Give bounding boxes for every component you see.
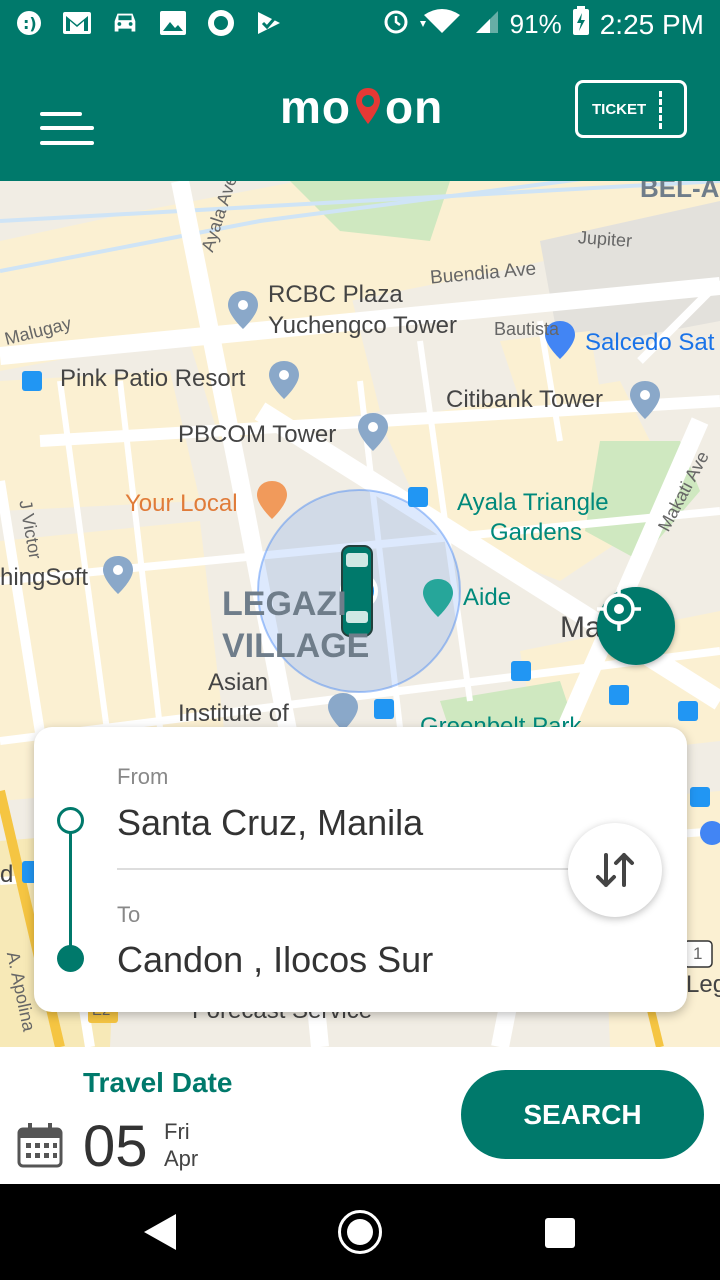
search-button[interactable]: SEARCH: [461, 1070, 704, 1159]
recents-icon[interactable]: [545, 1218, 575, 1248]
map-label: Pink Patio Resort: [60, 365, 246, 392]
status-bar: :) 91% 2:25 PM: [0, 0, 720, 50]
travel-weekday: Fri: [164, 1119, 190, 1144]
travel-month: Apr: [164, 1146, 199, 1171]
notification-icons: :): [14, 8, 284, 38]
map-label: hingSoft: [0, 564, 89, 591]
map-label: d: [0, 861, 14, 888]
map-label: Bautista: [494, 319, 560, 339]
alarm-icon: [382, 7, 410, 42]
gmail-icon: [62, 8, 92, 38]
app-bar: mo on TICKET: [0, 50, 720, 181]
route-card: From Santa Cruz, Manila To Candon , Iloc…: [34, 727, 687, 1012]
swap-route-button[interactable]: [568, 823, 662, 917]
battery-percent: 91%: [509, 9, 562, 39]
map-label: Citibank Tower: [446, 386, 603, 413]
map-label: Institute of: [178, 700, 289, 727]
route-connector: [69, 833, 72, 953]
map-label: 1: [693, 944, 703, 963]
map-label: Your Local: [125, 490, 238, 517]
map-label: Gardens: [490, 519, 583, 546]
back-icon[interactable]: [142, 1212, 178, 1257]
map-label: Jupiter: [577, 227, 633, 251]
svg-text::): :): [23, 14, 37, 33]
image-icon: [158, 8, 188, 38]
map-label: Leg: [686, 971, 720, 998]
map-label: Asian: [208, 669, 269, 696]
status-right: 91% 2:25 PM: [382, 6, 704, 43]
ticket-button[interactable]: TICKET: [575, 80, 687, 138]
from-field[interactable]: Santa Cruz, Manila: [117, 802, 423, 844]
map-label: Salcedo Sat: [585, 329, 715, 356]
field-divider: [117, 868, 577, 870]
map-label: Aide: [463, 584, 512, 611]
map-label: PBCOM Tower: [178, 421, 337, 448]
menu-button[interactable]: [40, 108, 96, 148]
record-icon: [206, 8, 236, 38]
ticket-perforation: [659, 91, 662, 129]
origin-marker: [57, 807, 84, 834]
system-nav-bar: [0, 1184, 720, 1280]
map-label: Ma: [560, 611, 602, 644]
calendar-icon[interactable]: [16, 1123, 64, 1169]
from-label: From: [117, 764, 169, 789]
destination-marker: [57, 945, 84, 972]
swap-icon: [596, 853, 634, 887]
location-pin-icon: [353, 84, 383, 130]
map-label: BEL-A: [640, 181, 720, 203]
check-icon: [254, 8, 284, 38]
battery-icon: [572, 6, 590, 43]
map-label: Yuchengco Tower: [268, 312, 458, 339]
ticket-label: TICKET: [592, 100, 647, 118]
wifi-icon: [419, 7, 464, 42]
travel-date-label: Travel Date: [83, 1067, 233, 1098]
logo-text-right: on: [385, 81, 444, 133]
chat-icon: :): [14, 8, 44, 38]
signal-icon: [474, 7, 500, 42]
my-location-button[interactable]: [597, 587, 675, 665]
crosshair-icon: [597, 587, 641, 631]
to-label: To: [117, 902, 141, 927]
map-label: Ayala Triangle: [457, 489, 609, 516]
clock: 2:25 PM: [599, 8, 704, 40]
to-field[interactable]: Candon , Ilocos Sur: [117, 939, 433, 981]
home-icon[interactable]: [338, 1210, 382, 1254]
travel-day[interactable]: 05: [83, 1113, 148, 1180]
app-logo: mo on: [280, 80, 443, 134]
map-label: LEGAZI: [222, 585, 347, 623]
travel-date-panel: Travel Date 05 Fri Apr SEARCH: [0, 1047, 720, 1184]
map-label: RCBC Plaza: [268, 281, 403, 308]
search-button-label: SEARCH: [523, 1098, 642, 1130]
logo-text-left: mo: [280, 81, 351, 133]
map-label: VILLAGE: [222, 627, 370, 665]
car-icon: [110, 8, 140, 38]
